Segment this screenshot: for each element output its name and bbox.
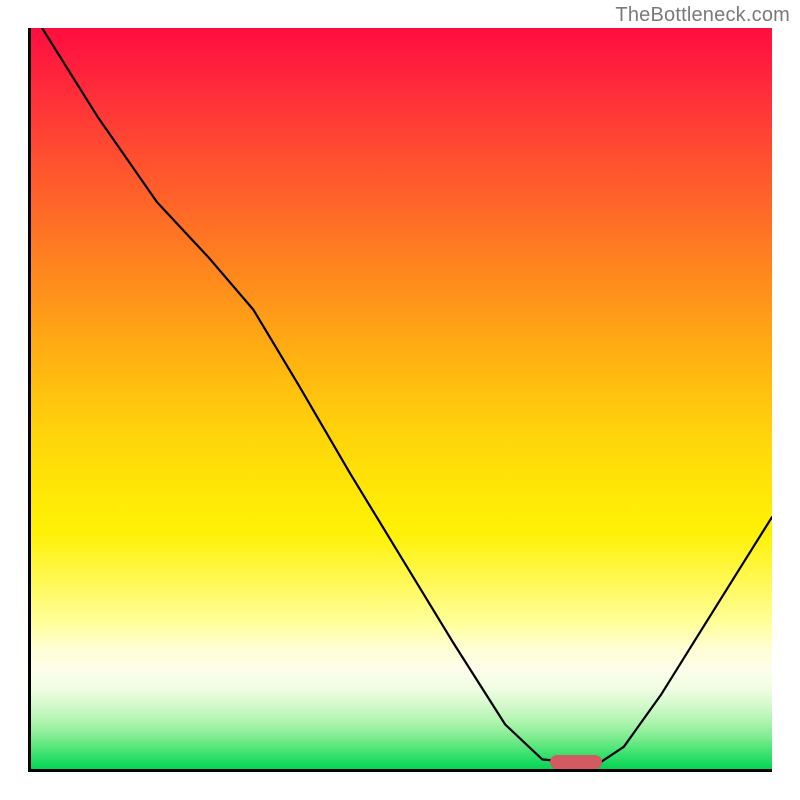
axes-frame: [28, 28, 772, 772]
watermark-text: TheBottleneck.com: [615, 4, 790, 27]
chart-container: TheBottleneck.com: [0, 0, 800, 800]
